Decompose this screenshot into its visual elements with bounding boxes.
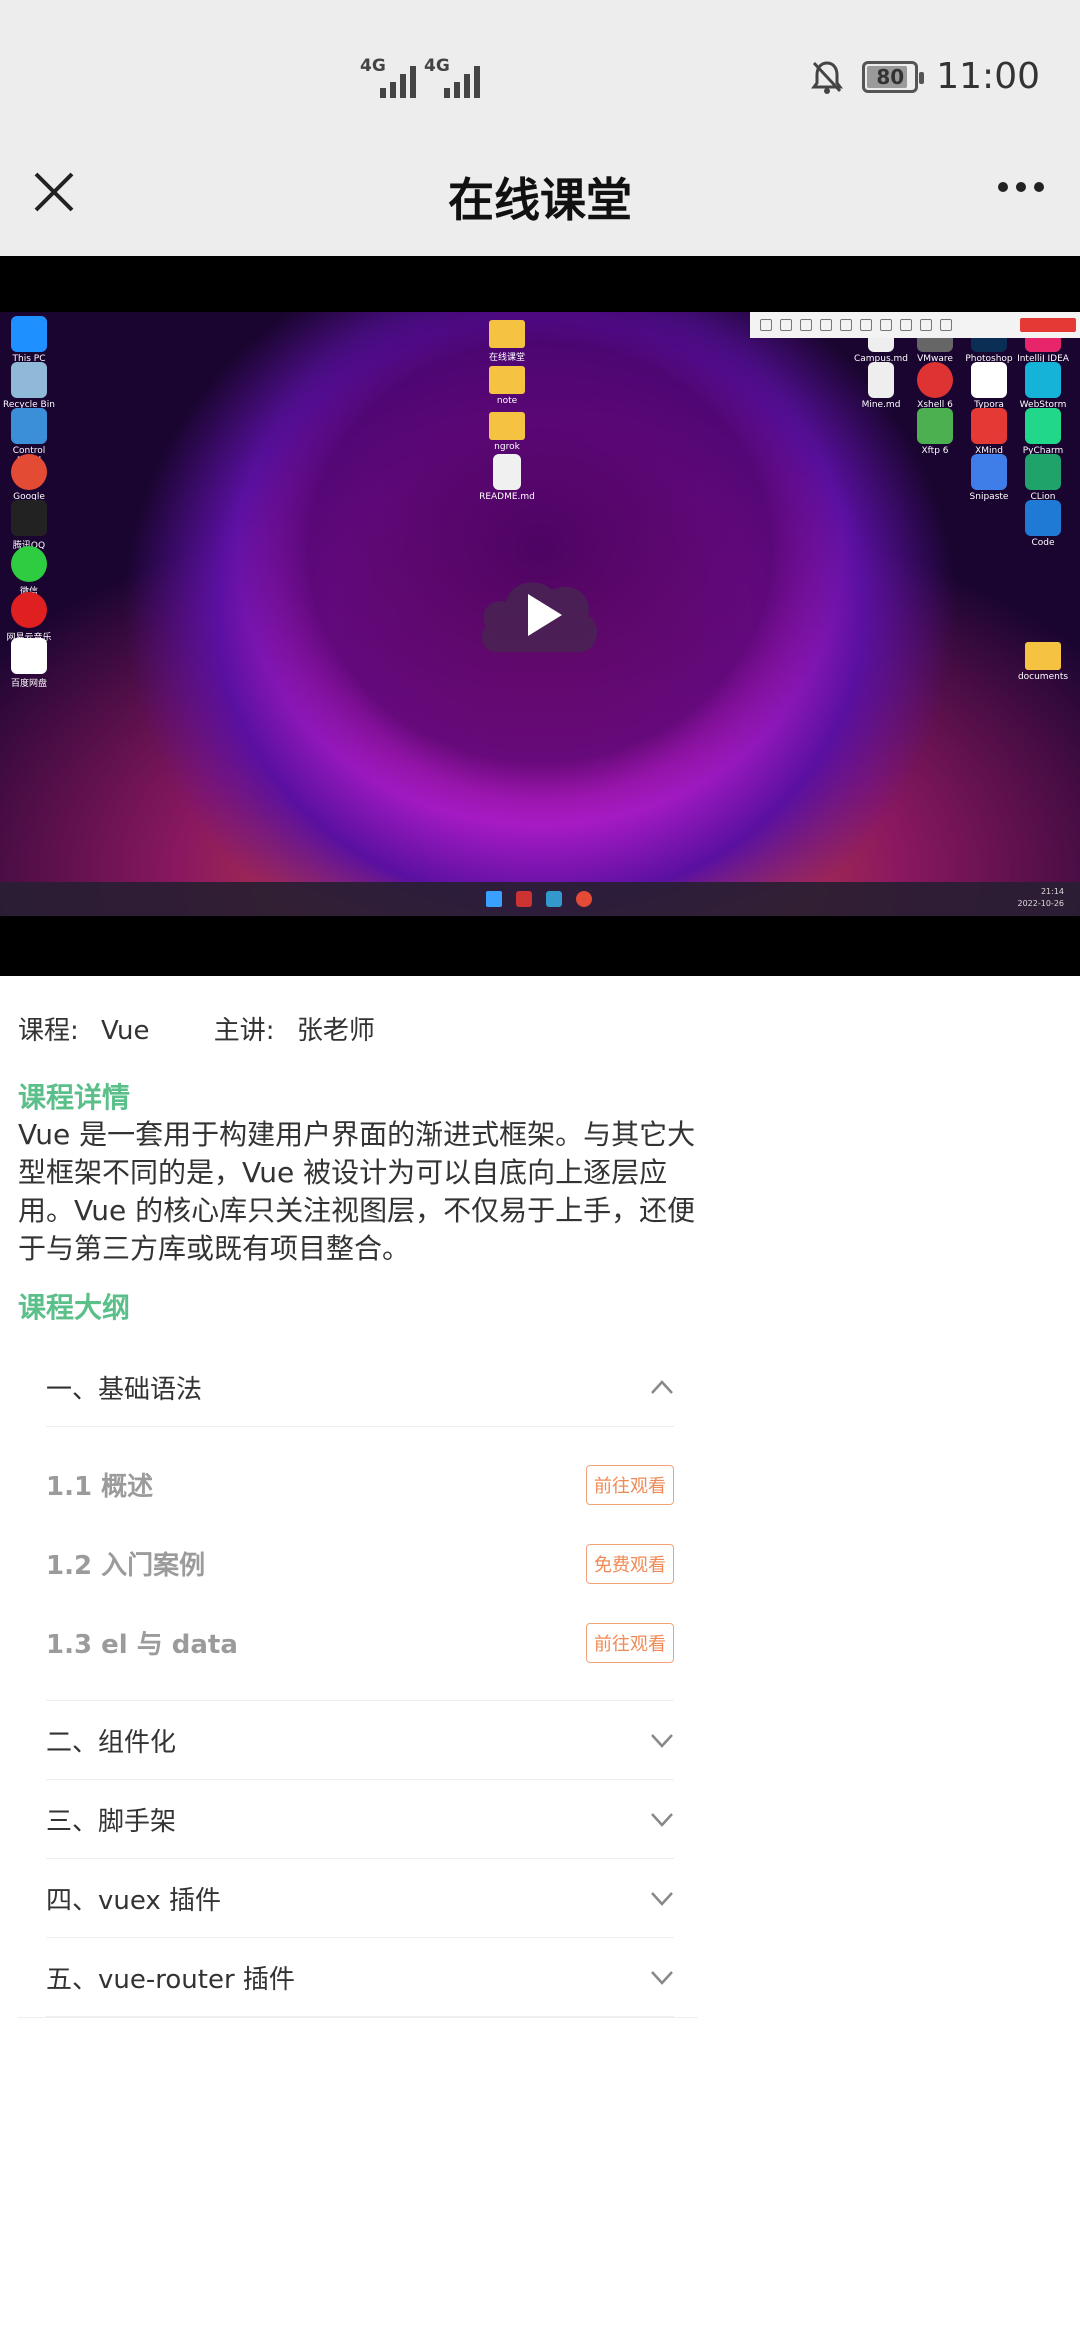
battery-level: 80 <box>876 64 905 89</box>
lesson-title: 1.2 入门案例 <box>46 1551 206 1581</box>
desktop-icon: WebStorm <box>1014 362 1072 410</box>
desktop-icon: 网易云音乐 <box>0 592 58 643</box>
course-name: Vue <box>101 1016 150 1046</box>
chevron-down-icon <box>651 1971 673 1985</box>
desktop-folder: 在线课堂 <box>478 316 536 363</box>
windows-start-icon <box>486 891 502 907</box>
course-info: 课程: Vue 主讲: 张老师 <box>18 1010 389 1047</box>
chapter-1-lessons: 1.1 概述 前往观看 1.2 入门案例 免费观看 1.3 el 与 data … <box>46 1427 674 1701</box>
desktop-icon: Xshell 6 <box>906 362 964 410</box>
watch-button[interactable]: 前往观看 <box>586 1464 674 1505</box>
chapter-5[interactable]: 五、vue-router 插件 <box>46 1938 674 2017</box>
network-type-2: 4G <box>424 56 450 76</box>
screen-record-toolbar <box>750 312 1080 338</box>
more-options-icon[interactable] <box>998 182 1044 192</box>
taskbar-app-icon <box>546 891 562 907</box>
taskbar-clock: 21:14 2022-10-26 <box>1017 887 1065 908</box>
network-type-1: 4G <box>360 56 386 76</box>
signal-icon-2: 4G <box>424 56 480 98</box>
clock: 11:00 <box>936 56 1040 97</box>
chapter-title: 三、脚手架 <box>46 1806 177 1837</box>
divider <box>18 2017 698 2018</box>
chapter-title: 一、基础语法 <box>46 1374 203 1405</box>
course-description: Vue 是一套用于构建用户界面的渐进式框架。与其它大型框架不同的是，Vue 被设… <box>18 1118 696 1265</box>
chrome-icon <box>576 891 592 907</box>
desktop-icon: 百度网盘 <box>0 638 58 689</box>
chevron-down-icon <box>651 1734 673 1748</box>
lesson-title: 1.1 概述 <box>46 1472 154 1502</box>
lesson-item[interactable]: 1.1 概述 前往观看 <box>46 1445 674 1524</box>
desktop-icon: 微信 <box>0 546 58 597</box>
desktop-file: README.md <box>478 454 536 502</box>
taskbar: 21:14 2022-10-26 <box>0 882 1080 916</box>
chapter-2[interactable]: 二、组件化 <box>46 1701 674 1780</box>
desktop-icon: PyCharm <box>1014 408 1072 456</box>
desktop-icon: XMind <box>960 408 1018 456</box>
chapter-title: 四、vuex 插件 <box>46 1885 222 1916</box>
course-outline-title: 课程大纲 <box>18 1291 131 1324</box>
status-bar: 4G 4G 80 11:00 <box>0 0 1080 150</box>
course-outline: 一、基础语法 1.1 概述 前往观看 1.2 入门案例 免费观看 1.3 el … <box>46 1348 674 2017</box>
chapter-title: 二、组件化 <box>46 1727 177 1758</box>
watch-button[interactable]: 前往观看 <box>586 1622 674 1663</box>
chevron-up-icon <box>651 1380 673 1394</box>
lesson-title: 1.3 el 与 data <box>46 1630 238 1660</box>
chapter-3[interactable]: 三、脚手架 <box>46 1780 674 1859</box>
video-player[interactable]: This PC Recycle Bin Control Panel Google… <box>0 256 1080 976</box>
taskbar-app-icon <box>516 891 532 907</box>
course-label: 课程: <box>18 1016 79 1046</box>
chevron-down-icon <box>651 1892 673 1906</box>
play-icon[interactable] <box>478 572 602 658</box>
teacher-name: 张老师 <box>296 1016 375 1046</box>
title-bar: 在线课堂 <box>0 150 1080 256</box>
signal-icon-1: 4G <box>360 56 416 98</box>
chapter-1[interactable]: 一、基础语法 <box>46 1348 674 1427</box>
desktop-folder: ngrok <box>478 408 536 452</box>
desktop-icon: 腾讯QQ <box>0 500 58 551</box>
desktop-icon: CLion <box>1014 454 1072 502</box>
lesson-item[interactable]: 1.2 入门案例 免费观看 <box>46 1524 674 1603</box>
desktop-icon: This PC <box>0 316 58 364</box>
desktop-icon: Code <box>1014 500 1072 548</box>
desktop-folder: documents <box>1014 638 1072 682</box>
chevron-down-icon <box>651 1813 673 1827</box>
bell-muted-icon <box>811 60 844 94</box>
desktop-icon: Recycle Bin <box>0 362 58 410</box>
teacher-label: 主讲: <box>213 1016 275 1046</box>
free-watch-button[interactable]: 免费观看 <box>586 1543 674 1584</box>
course-detail-title: 课程详情 <box>18 1081 131 1114</box>
desktop-icon: Mine.md <box>852 362 910 410</box>
chapter-title: 五、vue-router 插件 <box>46 1964 295 1995</box>
desktop-icon: Typora <box>960 362 1018 410</box>
lesson-item[interactable]: 1.3 el 与 data 前往观看 <box>46 1603 674 1682</box>
desktop-folder: note <box>478 362 536 406</box>
desktop-icon: Snipaste <box>960 454 1018 502</box>
battery-icon: 80 <box>862 60 925 93</box>
desktop-icon: Xftp 6 <box>906 408 964 456</box>
chapter-4[interactable]: 四、vuex 插件 <box>46 1859 674 1938</box>
page-title: 在线课堂 <box>448 173 632 227</box>
